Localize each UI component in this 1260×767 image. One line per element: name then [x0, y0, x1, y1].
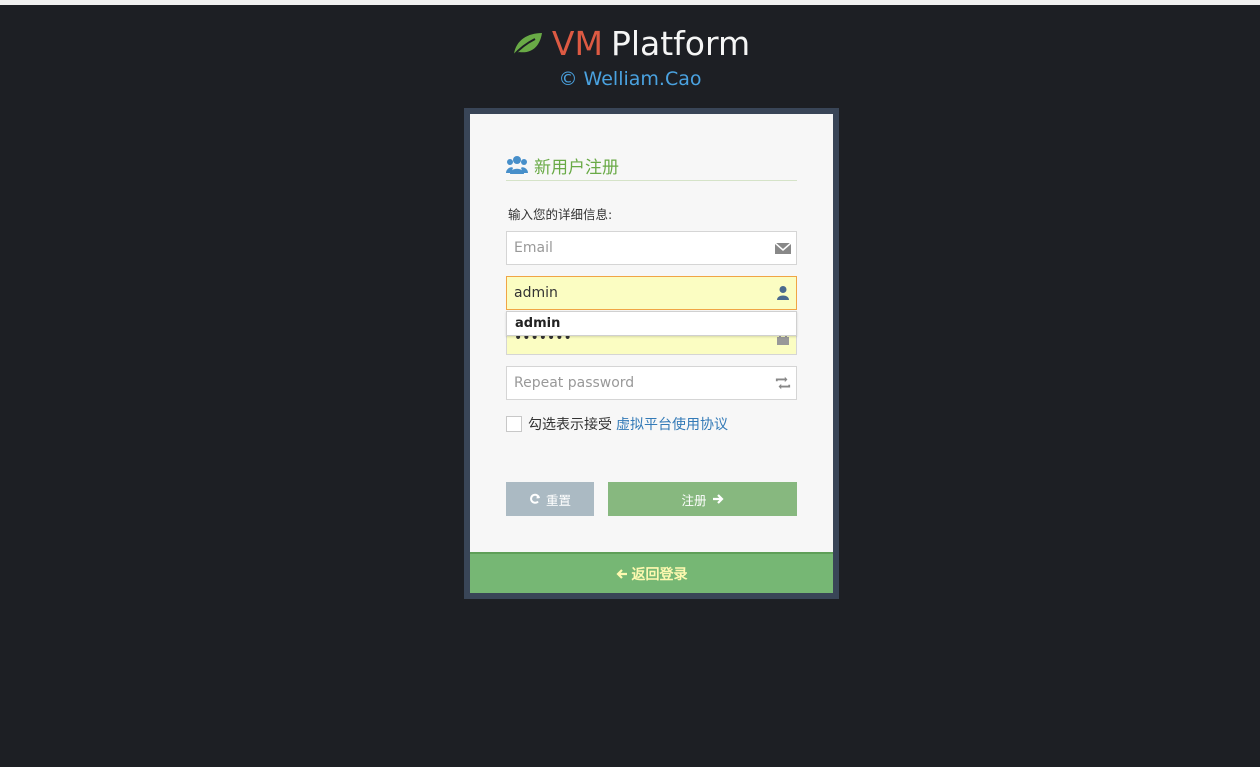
email-field[interactable]: [506, 231, 797, 265]
terms-link[interactable]: 虚拟平台使用协议: [616, 414, 728, 434]
reset-button[interactable]: 重置: [506, 482, 594, 516]
back-to-login-bar[interactable]: 返回登录: [470, 552, 833, 593]
arrow-left-icon: [615, 568, 627, 579]
agree-checkbox[interactable]: [506, 416, 522, 432]
signup-intro-text: 输入您的详细信息:: [508, 207, 613, 222]
users-icon: [506, 156, 528, 174]
browser-top-strip: [0, 0, 1260, 5]
signup-header: 新用户注册: [506, 150, 797, 181]
retweet-icon: [775, 376, 791, 390]
repeat-password-input[interactable]: [507, 367, 764, 399]
signup-box: 新用户注册 输入您的详细信息: Email admin ••••••• admi…: [470, 114, 833, 593]
email-input[interactable]: [507, 232, 764, 264]
brand-copyright: © Welliam.Cao: [558, 68, 702, 90]
register-button[interactable]: 注册: [608, 482, 797, 516]
autocomplete-option[interactable]: admin: [507, 312, 796, 335]
leaf-icon: [512, 33, 542, 57]
username-field[interactable]: [506, 276, 797, 310]
autocomplete-dropdown[interactable]: admin: [506, 311, 797, 336]
username-input[interactable]: [507, 277, 764, 309]
brand-title-accent: VM: [551, 24, 603, 63]
user-icon: [777, 286, 789, 300]
register-button-label: 注册: [681, 492, 707, 508]
signup-box-frame: 新用户注册 输入您的详细信息: Email admin ••••••• admi…: [464, 108, 839, 599]
agree-text: 勾选表示接受: [528, 417, 612, 433]
repeat-password-field[interactable]: [506, 366, 797, 400]
refresh-icon: [530, 493, 540, 504]
brand-header: VM Platform © Welliam.Cao: [0, 22, 1260, 92]
reset-button-label: 重置: [545, 492, 571, 508]
arrow-right-icon: [712, 494, 724, 504]
signup-title: 新用户注册: [534, 157, 619, 178]
back-to-login-link[interactable]: 返回登录: [632, 564, 688, 584]
envelope-icon: [775, 242, 791, 254]
agreement-row: 勾选表示接受 虚拟平台使用协议: [506, 414, 728, 434]
brand-title: VM Platform: [510, 22, 750, 66]
brand-title-rest: Platform: [610, 24, 751, 63]
